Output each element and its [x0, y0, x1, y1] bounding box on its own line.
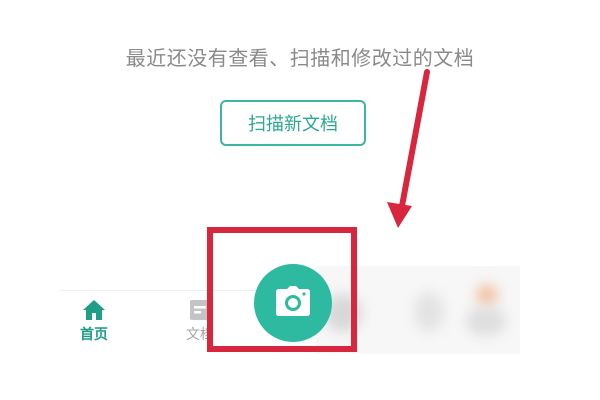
- home-icon: [81, 297, 107, 323]
- screenshot-stage: 最近还没有查看、扫描和修改过的文档 扫描新文档 首页 文档: [0, 0, 600, 400]
- empty-state-message: 最近还没有查看、扫描和修改过的文档: [125, 46, 475, 70]
- camera-scan-button[interactable]: [254, 264, 332, 342]
- tab-home[interactable]: 首页: [64, 297, 124, 351]
- tab-documents-label: 文档: [186, 327, 214, 343]
- blurred-tab-icon: [466, 306, 506, 336]
- scan-new-document-label: 扫描新文档: [248, 114, 338, 135]
- scan-new-document-button[interactable]: 扫描新文档: [220, 100, 366, 146]
- blurred-badge: [476, 284, 498, 306]
- blurred-tab-icon: [414, 292, 444, 332]
- tab-home-label: 首页: [80, 327, 108, 343]
- blurred-tab-area: [316, 266, 520, 354]
- tab-documents[interactable]: 文档: [170, 297, 230, 351]
- document-icon: [187, 297, 213, 323]
- camera-icon: [276, 286, 310, 320]
